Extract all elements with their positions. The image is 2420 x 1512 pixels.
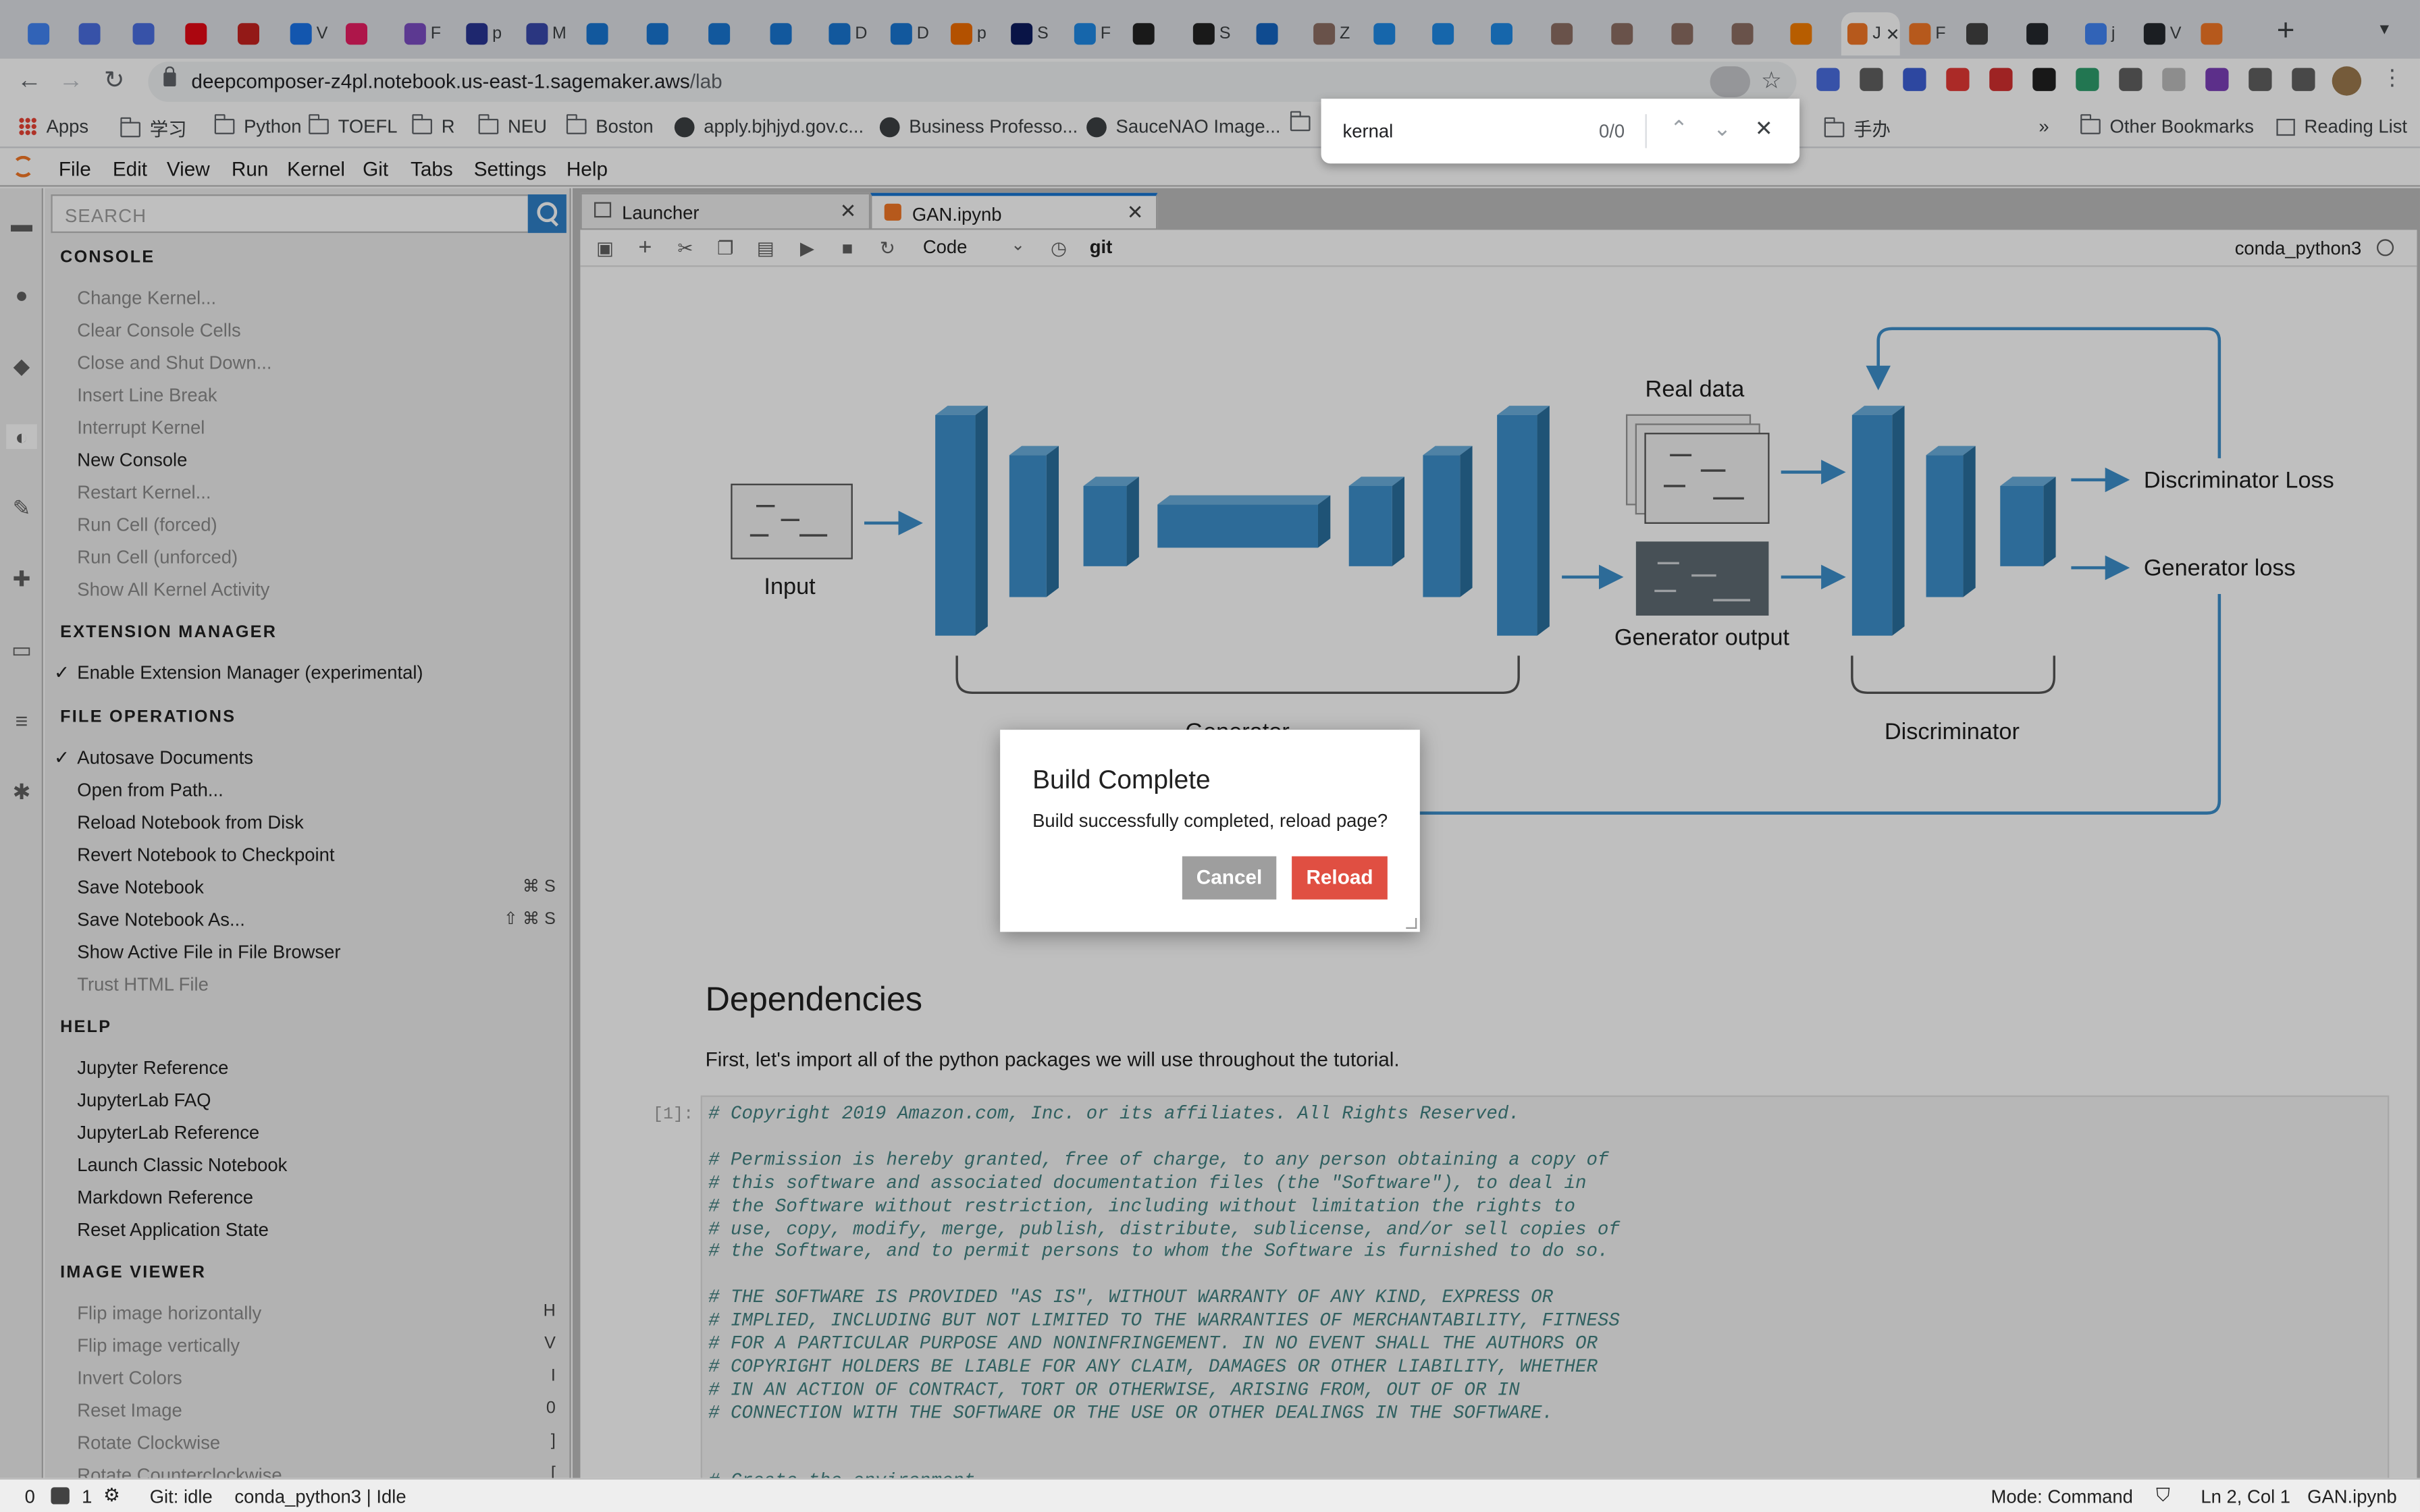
reload-button[interactable]: Reload (1292, 856, 1388, 900)
kernel-gear-icon[interactable]: ⚙ (103, 1484, 120, 1506)
dialog-body: Build successfully completed, reload pag… (1032, 809, 1388, 832)
find-previous-icon[interactable]: ⌃ (1670, 115, 1688, 142)
dialog-title: Build Complete (1032, 765, 1211, 795)
find-input[interactable]: kernal (1343, 120, 1394, 142)
find-close-icon[interactable]: ✕ (1755, 115, 1773, 142)
find-next-icon[interactable]: ⌄ (1713, 115, 1731, 142)
cursor-position[interactable]: Ln 2, Col 1 (2201, 1486, 2290, 1507)
terminals-count[interactable]: 0 (25, 1486, 35, 1507)
terminal-icon[interactable] (51, 1487, 70, 1505)
cancel-button[interactable]: Cancel (1182, 856, 1277, 900)
build-complete-dialog: Build Complete Build successfully comple… (1000, 730, 1420, 932)
find-count: 0/0 (1598, 120, 1625, 142)
screen: V Fp M D Dp S F S Z J ✕ Fj V + ▼ ← → ↻ deepcomposer-… (0, 0, 2420, 1512)
git-status[interactable]: Git: idle (150, 1486, 213, 1507)
status-bar: 0 1 ⚙ Git: idle conda_python3 | Idle Mod… (0, 1478, 2420, 1512)
find-bar: kernal 0/0 ⌃ ⌄ ✕ (1321, 99, 1800, 164)
kernel-state[interactable]: conda_python3 | Idle (234, 1486, 406, 1507)
active-file-name: GAN.ipynb (2307, 1486, 2397, 1508)
divider (1645, 114, 1647, 148)
resize-handle[interactable] (1406, 917, 1417, 929)
mode-indicator: Mode: Command (1991, 1486, 2133, 1508)
kernels-count[interactable]: 1 (82, 1486, 92, 1507)
trust-shield-icon[interactable]: ⛉ (2156, 1484, 2170, 1507)
